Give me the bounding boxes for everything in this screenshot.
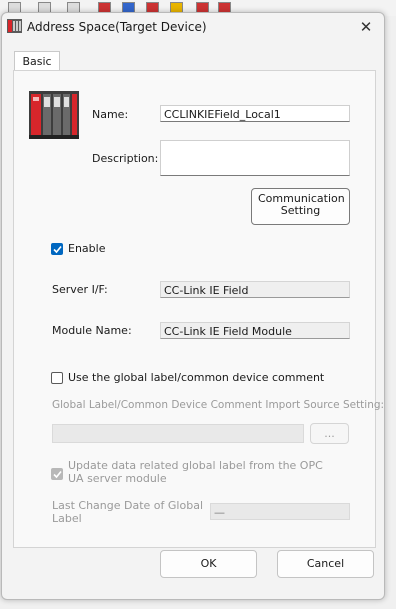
- description-label: Description:: [92, 152, 159, 165]
- close-icon[interactable]: ✕: [356, 17, 376, 37]
- device-app-icon: [7, 19, 22, 33]
- import-source-label: Global Label/Common Device Comment Impor…: [52, 399, 385, 411]
- basic-panel: Name: CCLINKIEField_Local1 Description: …: [13, 70, 384, 548]
- description-field[interactable]: [160, 140, 350, 176]
- ok-button[interactable]: OK: [160, 550, 257, 578]
- name-label: Name:: [92, 108, 129, 121]
- import-source-field: [52, 424, 304, 443]
- communication-setting-button[interactable]: Communication Setting: [251, 188, 350, 225]
- address-space-dialog: Address Space(Target Device) ✕ Basic Nam…: [1, 12, 385, 600]
- check-icon: [53, 470, 62, 479]
- cancel-button[interactable]: Cancel: [277, 550, 374, 578]
- global-label-checkbox[interactable]: [51, 372, 63, 384]
- name-field[interactable]: CCLINKIEField_Local1: [160, 105, 350, 122]
- update-data-checkbox: [51, 468, 63, 480]
- dialog-title: Address Space(Target Device): [27, 20, 207, 34]
- last-change-field: —: [210, 503, 350, 520]
- titlebar: Address Space(Target Device) ✕: [2, 13, 384, 41]
- enable-label: Enable: [68, 242, 106, 255]
- tab-basic[interactable]: Basic: [14, 51, 60, 72]
- update-data-label: Update data related global label from th…: [68, 459, 323, 485]
- check-icon: [53, 245, 62, 254]
- plc-module-icon: [29, 91, 79, 139]
- last-change-label: Last Change Date of Global Label: [52, 499, 203, 525]
- browse-button: ...: [310, 423, 349, 444]
- enable-checkbox[interactable]: [51, 243, 63, 255]
- server-if-label: Server I/F:: [52, 283, 108, 296]
- module-name-label: Module Name:: [52, 324, 132, 337]
- server-if-field: CC-Link IE Field: [160, 281, 350, 298]
- global-label-checkbox-label: Use the global label/common device comme…: [68, 371, 325, 384]
- module-name-field: CC-Link IE Field Module: [160, 322, 350, 339]
